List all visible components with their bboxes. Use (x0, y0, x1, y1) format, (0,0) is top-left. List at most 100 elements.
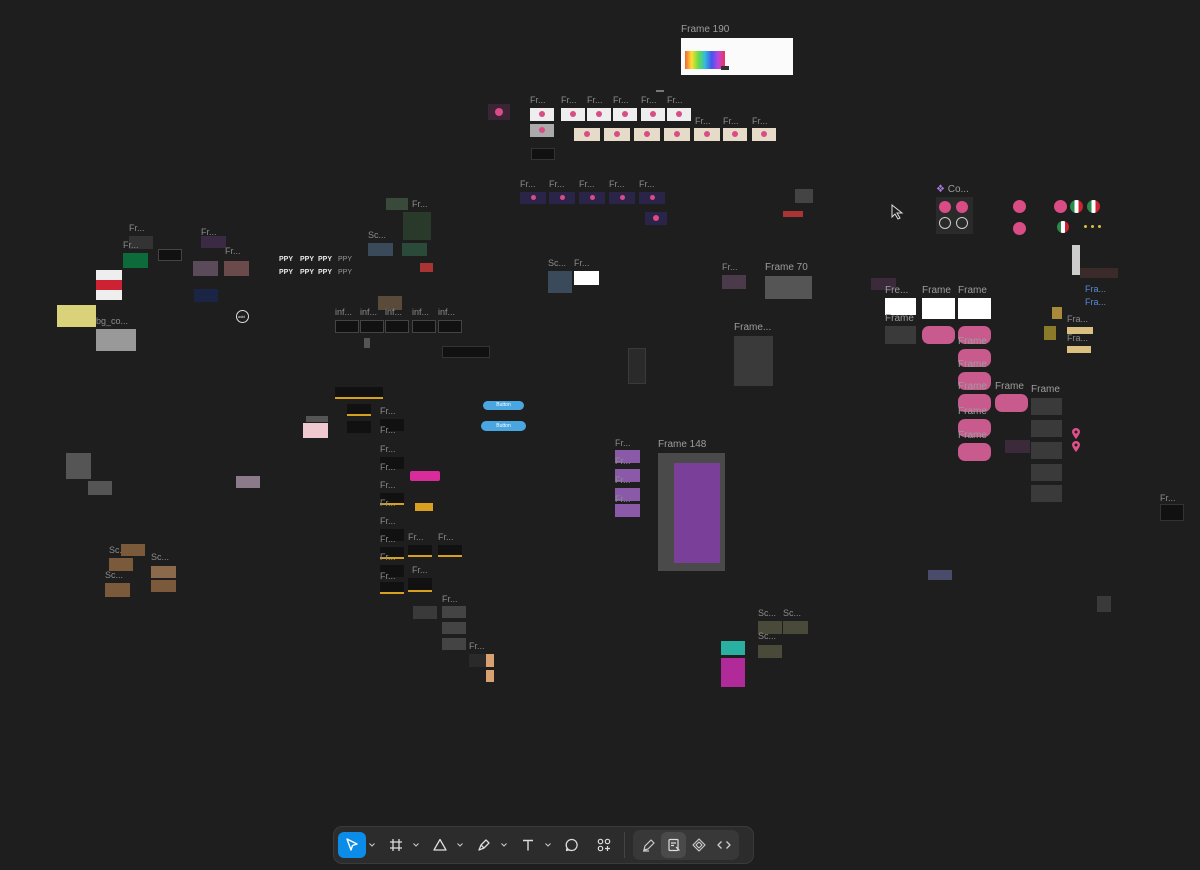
frame-label[interactable]: Fr... (615, 495, 631, 504)
screenshot-thumbnail[interactable] (193, 261, 218, 276)
screenshot-thumbnail[interactable] (194, 289, 218, 302)
frame-label-ellipsis[interactable]: Frame... (734, 323, 771, 333)
frame-label[interactable]: Fr... (225, 247, 241, 256)
small-red-bar[interactable] (783, 211, 803, 217)
logo-frame[interactable] (530, 124, 554, 137)
info-frame[interactable] (385, 320, 409, 333)
orange-frame[interactable] (486, 654, 494, 667)
frame-label-fra[interactable]: Fra... (1067, 315, 1088, 324)
frame-tool-dropdown[interactable] (410, 832, 422, 858)
frame-label-fra[interactable]: Fra... (1067, 334, 1088, 343)
world-map-pink[interactable] (995, 394, 1028, 412)
screenshot-thumbnail[interactable] (1052, 307, 1062, 319)
screenshot-thumbnail[interactable] (403, 212, 431, 240)
screenshot-thumbnail[interactable] (201, 236, 226, 248)
frame-label[interactable]: Fr... (380, 517, 396, 526)
frame-label[interactable]: Fr... (442, 595, 458, 604)
frame-label-fra[interactable]: Fra... (1085, 298, 1106, 307)
odd-logo-pink[interactable] (1054, 200, 1067, 213)
yellow-frame[interactable] (57, 305, 96, 327)
frame-label-inf[interactable]: inf... (335, 308, 352, 317)
screenshot-thumbnail[interactable] (795, 189, 813, 203)
frame-label-inf[interactable]: inf... (385, 308, 402, 317)
screenshot-thumbnail[interactable] (1005, 440, 1030, 453)
frame-label[interactable]: Fr... (380, 407, 396, 416)
world-map-dark[interactable] (885, 326, 916, 344)
component-label[interactable]: ❖ Co... (936, 185, 969, 195)
gray-block[interactable] (96, 329, 136, 351)
frame-label[interactable]: Fr... (641, 96, 657, 105)
logo-frame[interactable] (530, 108, 554, 121)
frame-label[interactable]: Fr... (609, 180, 625, 189)
shape-tool-button[interactable] (426, 832, 454, 858)
frame-label-sc[interactable]: Sc... (758, 632, 776, 641)
odd-logo[interactable]: odd (236, 310, 249, 323)
frame-label[interactable]: Fr... (587, 96, 603, 105)
frame-label[interactable]: Fr... (469, 642, 485, 651)
world-map-dark[interactable] (1031, 398, 1062, 415)
frame-label-frame[interactable]: Frame (958, 407, 987, 417)
ppy-text[interactable]: PPY (279, 269, 293, 276)
yellow-dot[interactable] (1098, 225, 1101, 228)
move-tool-dropdown[interactable] (366, 832, 378, 858)
frame-label-sc[interactable]: Sc... (105, 571, 123, 580)
logo-frame[interactable] (604, 128, 630, 141)
comment-tool-button[interactable] (558, 832, 586, 858)
pink-circle[interactable] (1013, 222, 1026, 235)
screenshot-thumbnail[interactable] (236, 476, 260, 488)
green-frame[interactable] (123, 253, 148, 268)
frame-label-frame[interactable]: Frame (958, 337, 987, 347)
dark-thumbnail[interactable] (531, 148, 555, 160)
frame-label-frame[interactable]: Frame (1031, 385, 1060, 395)
ppy-text[interactable]: PPY (338, 269, 352, 276)
info-frame[interactable] (360, 320, 384, 333)
design-canvas[interactable]: Frame 190 Fr... Fr... Fr... Fr... Fr... … (0, 0, 1200, 870)
screenshot-thumbnail[interactable] (548, 271, 572, 293)
dark-thumbnail[interactable] (158, 249, 182, 261)
screenshot-thumbnail[interactable] (420, 263, 433, 272)
frame-label[interactable]: Fr... (380, 535, 396, 544)
map-pin-icon[interactable] (1071, 441, 1081, 453)
frame-label-inf[interactable]: inf... (360, 308, 377, 317)
world-map-dark[interactable] (1031, 442, 1062, 459)
frame-label-sc[interactable]: Sc... (758, 609, 776, 618)
frame-label-frame[interactable]: Frame (958, 286, 987, 296)
prototype-mode-button[interactable] (686, 832, 711, 858)
frame-190-color-picker[interactable] (681, 38, 793, 75)
frame-label-frame[interactable]: Frame (958, 382, 987, 392)
screenshot-thumbnail[interactable] (88, 481, 112, 495)
tiny-element[interactable] (364, 338, 370, 348)
frame-label[interactable]: Fr... (615, 439, 631, 448)
yellow-dot[interactable] (1091, 225, 1094, 228)
screenshot-thumbnail[interactable] (386, 198, 408, 210)
logo-frame[interactable] (694, 128, 720, 141)
frame-label[interactable]: Fr... (722, 263, 738, 272)
frame-label-frame[interactable]: Frame (922, 286, 951, 296)
red-frame[interactable] (96, 270, 122, 300)
gray-frame[interactable] (442, 606, 466, 618)
frame-label[interactable]: Fr... (380, 572, 396, 581)
italy-flag-icon[interactable] (1087, 200, 1100, 213)
screenshot-thumbnail[interactable] (928, 570, 952, 580)
teal-thumbnail[interactable] (721, 641, 745, 655)
gray-frame[interactable] (1097, 596, 1111, 612)
blue-pill-button[interactable]: Button (481, 421, 526, 431)
bar-frame[interactable] (335, 387, 383, 399)
frame-label[interactable]: Fr... (380, 426, 396, 435)
frame-label[interactable]: Fr... (129, 224, 145, 233)
screenshot-thumbnail[interactable] (722, 275, 746, 289)
frame-label[interactable]: Fr... (412, 200, 428, 209)
code-frame[interactable] (734, 336, 773, 386)
yellow-dot[interactable] (1084, 225, 1087, 228)
frame-label-frame-190[interactable]: Frame 190 (681, 25, 729, 35)
list-frame[interactable] (628, 348, 646, 384)
frame-label-sc[interactable]: Sc... (783, 609, 801, 618)
ppy-text[interactable]: PPY (318, 269, 332, 276)
purple-frame[interactable] (520, 192, 546, 204)
logo-frame[interactable] (664, 128, 690, 141)
actions-tool-button[interactable] (590, 832, 618, 858)
frame-label[interactable]: Fr... (561, 96, 577, 105)
orange-frame[interactable] (486, 670, 494, 682)
small-bar[interactable] (306, 416, 328, 422)
ppy-text[interactable]: PPY (338, 256, 352, 263)
